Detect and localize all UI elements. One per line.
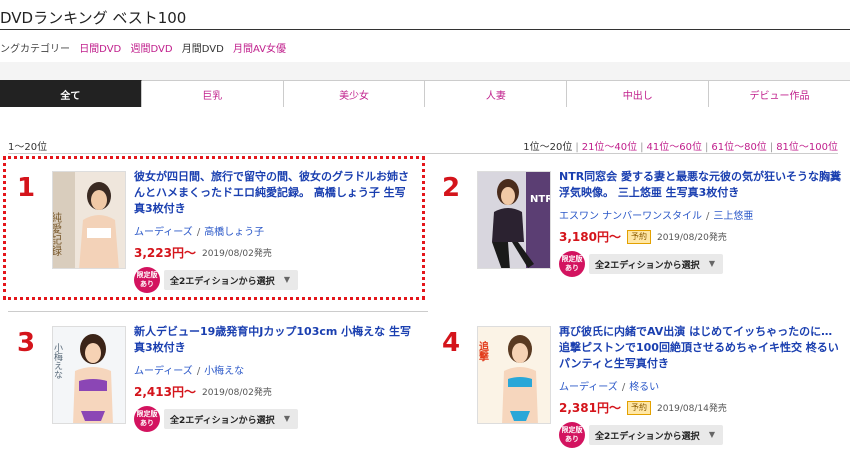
edition-select[interactable]: 全2エディションから選択 ▼ (589, 425, 723, 445)
pager-1-20: 1位〜20位 (523, 142, 573, 153)
release-date: 2019/08/14発売 (656, 404, 727, 414)
maker-link[interactable]: ムーディーズ (559, 382, 618, 393)
tab-debut[interactable]: デビュー作品 (709, 80, 850, 107)
chevron-down-icon: ▼ (708, 259, 715, 268)
product-thumbnail[interactable]: 純愛記録 (52, 171, 126, 269)
genre-tabs: 全て 巨乳 美少女 人妻 中出し デビュー作品 (0, 80, 850, 107)
header-divider (0, 29, 850, 30)
rank-pager: 1位〜20位 | 21位〜40位 | 41位〜60位 | 61位〜80位 | 81位〜100位 (523, 142, 838, 153)
rank-number: 1 (16, 173, 36, 203)
row-divider (8, 311, 428, 312)
release-date: 2019/08/02発売 (201, 388, 272, 398)
reserve-badge: 予約 (626, 229, 651, 244)
thumbnail-title-text: 追撃 (478, 340, 489, 362)
edition-select-label: 全2エディションから選択 (170, 415, 275, 426)
actress-link[interactable]: 高橋しょう子 (204, 227, 264, 238)
product-title-link[interactable]: 新人デビュー19歳発育中Jカップ103cm 小梅えな 生写真3枚付き (134, 324, 416, 356)
edition-select[interactable]: 全2エディションから選択 ▼ (589, 254, 723, 274)
list-top-divider (8, 153, 838, 154)
actress-link[interactable]: 三上悠亜 (713, 211, 753, 222)
limited-edition-badge[interactable]: 限定版 あり (559, 251, 585, 277)
price: 2,381円〜 (559, 401, 621, 415)
category-daily-dvd[interactable]: 日間DVD (79, 44, 121, 55)
thumbnail-title-text: 純愛記録 (53, 212, 63, 256)
release-date: 2019/08/20発売 (656, 233, 727, 243)
product-thumbnail[interactable]: 小梅えな (52, 326, 126, 424)
page-title: DVDランキング ベスト100 (0, 9, 187, 27)
edition-select[interactable]: 全2エディションから選択 ▼ (164, 270, 298, 290)
maker-link[interactable]: ムーディーズ (134, 227, 193, 238)
tab-all[interactable]: 全て (0, 80, 142, 107)
chevron-down-icon: ▼ (283, 275, 290, 284)
price: 2,413円〜 (134, 385, 196, 399)
price: 3,180円〜 (559, 230, 621, 244)
tab-creampie[interactable]: 中出し (567, 80, 710, 107)
maker-link[interactable]: エスワン ナンバーワンスタイル (559, 211, 702, 222)
price: 3,223円〜 (134, 246, 196, 260)
ranking-item-1: 1 純愛記録 彼女が四日間、旅行で留守の間、彼女のグラドルお姉さんとハメまくった… (0, 163, 420, 303)
maker-link[interactable]: ムーディーズ (134, 366, 193, 377)
limited-edition-badge[interactable]: 限定版 あり (559, 422, 585, 448)
chevron-down-icon: ▼ (283, 414, 290, 423)
pager-81-100[interactable]: 81位〜100位 (776, 142, 838, 153)
pager-41-60[interactable]: 41位〜60位 (647, 142, 702, 153)
category-monthly-dvd[interactable]: 月間DVD (182, 44, 224, 55)
edition-select-label: 全2エディションから選択 (595, 260, 700, 271)
tab-married-woman[interactable]: 人妻 (425, 80, 568, 107)
thumbnail-title-text: 小梅えな (53, 343, 63, 379)
release-date: 2019/08/02発売 (201, 249, 272, 259)
thumbnail-title-text: NTR同窓会 (530, 192, 551, 205)
tab-beautiful-girl[interactable]: 美少女 (283, 80, 426, 107)
limited-edition-badge[interactable]: 限定版 あり (134, 406, 160, 432)
product-thumbnail[interactable]: NTR同窓会 (477, 171, 551, 269)
ranking-item-2: 2 NTR同窓会 NTR同窓会 愛する妻と最悪な元彼の気が狂いそうな胸糞浮気映像… (425, 163, 845, 303)
category-label: ングカテゴリー (0, 44, 70, 55)
rank-number: 4 (441, 328, 461, 358)
edition-select-label: 全2エディションから選択 (170, 276, 275, 287)
chevron-down-icon: ▼ (708, 430, 715, 439)
edition-select[interactable]: 全2エディションから選択 ▼ (164, 409, 298, 429)
rank-number: 2 (441, 173, 461, 203)
limited-edition-badge[interactable]: 限定版 あり (134, 267, 160, 293)
product-title-link[interactable]: 彼女が四日間、旅行で留守の間、彼女のグラドルお姉さんとハメまくったドエロ純愛記録… (134, 169, 416, 217)
header-band (0, 62, 850, 80)
edition-select-label: 全2エディションから選択 (595, 431, 700, 442)
reserve-badge: 予約 (626, 400, 651, 415)
product-title-link[interactable]: NTR同窓会 愛する妻と最悪な元彼の気が狂いそうな胸糞浮気映像。 三上悠亜 生写… (559, 169, 841, 201)
rank-number: 3 (16, 328, 36, 358)
actress-link[interactable]: 柊るい (629, 382, 659, 393)
tab-big-breasts[interactable]: 巨乳 (141, 80, 284, 107)
pager-21-40[interactable]: 21位〜40位 (582, 142, 637, 153)
ranking-category-row: ングカテゴリー 日間DVD 週間DVD 月間DVD 月間AV女優 (0, 40, 286, 55)
ranking-item-4: 4 追撃 再び彼氏に内緒でAV出演 はじめてイッちゃったのに…追撃ピストンで10… (425, 318, 845, 450)
product-thumbnail[interactable]: 追撃 (477, 326, 551, 424)
actress-link[interactable]: 小梅えな (204, 366, 244, 377)
product-title-link[interactable]: 再び彼氏に内緒でAV出演 はじめてイッちゃったのに…追撃ピストンで100回絶頂さ… (559, 324, 841, 372)
page-header: DVDランキング ベスト100 ングカテゴリー 日間DVD 週間DVD 月間DV… (0, 0, 850, 62)
pager-61-80[interactable]: 61位〜80位 (711, 142, 766, 153)
category-monthly-actress[interactable]: 月間AV女優 (233, 44, 286, 55)
ranking-item-3: 3 小梅えな 新人デビュー19歳発育中Jカップ103cm 小梅えな 生写真3枚付… (0, 318, 420, 450)
category-weekly-dvd[interactable]: 週間DVD (130, 44, 172, 55)
current-range: 1〜20位 (8, 142, 48, 153)
